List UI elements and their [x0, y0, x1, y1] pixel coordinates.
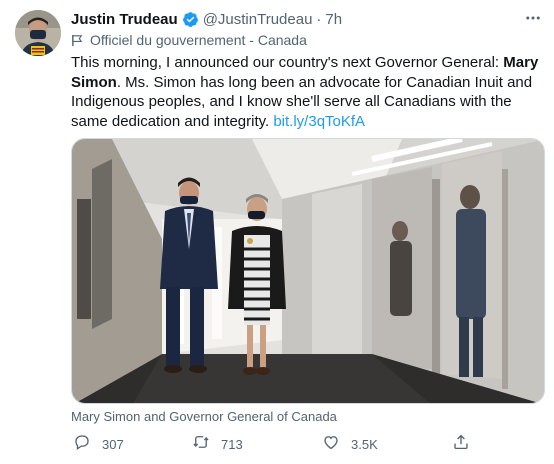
- retweet-count: 713: [221, 436, 243, 452]
- government-label-text: Officiel du gouvernement - Canada: [90, 32, 307, 48]
- avatar[interactable]: [15, 10, 61, 56]
- share-icon: [452, 433, 470, 456]
- tweet-time[interactable]: 7h: [325, 11, 342, 28]
- tweet-photo[interactable]: [71, 138, 545, 404]
- tweet-text: This morning, I announced our country's …: [71, 53, 546, 131]
- author-handle[interactable]: @JustinTrudeau: [203, 11, 313, 28]
- reply-button[interactable]: 307: [73, 432, 124, 456]
- verified-icon: [182, 11, 199, 28]
- like-icon: [322, 433, 340, 456]
- tweet: Justin Trudeau @JustinTrudeau · 7h Offic…: [0, 0, 554, 464]
- tweet-link[interactable]: bit.ly/3qToKfA: [273, 113, 365, 130]
- government-label[interactable]: Officiel du gouvernement - Canada: [71, 31, 307, 49]
- reply-count: 307: [102, 436, 124, 452]
- like-count: 3.5K: [351, 436, 378, 452]
- author-name[interactable]: Justin Trudeau: [71, 11, 178, 28]
- tweet-header: Justin Trudeau @JustinTrudeau · 7h: [71, 9, 342, 29]
- tweet-text-intro: This morning, I announced our country's …: [71, 54, 504, 71]
- retweet-icon: [192, 433, 210, 456]
- separator-dot: ·: [316, 10, 322, 28]
- reply-icon: [73, 433, 91, 456]
- retweet-button[interactable]: 713: [192, 432, 243, 456]
- photo-caption: Mary Simon and Governor General of Canad…: [71, 409, 337, 424]
- tweet-actions: 307 713 3.5K: [71, 432, 471, 456]
- share-button[interactable]: [452, 432, 470, 456]
- flag-icon: [71, 34, 84, 47]
- more-icon[interactable]: [522, 8, 544, 28]
- like-button[interactable]: 3.5K: [322, 432, 378, 456]
